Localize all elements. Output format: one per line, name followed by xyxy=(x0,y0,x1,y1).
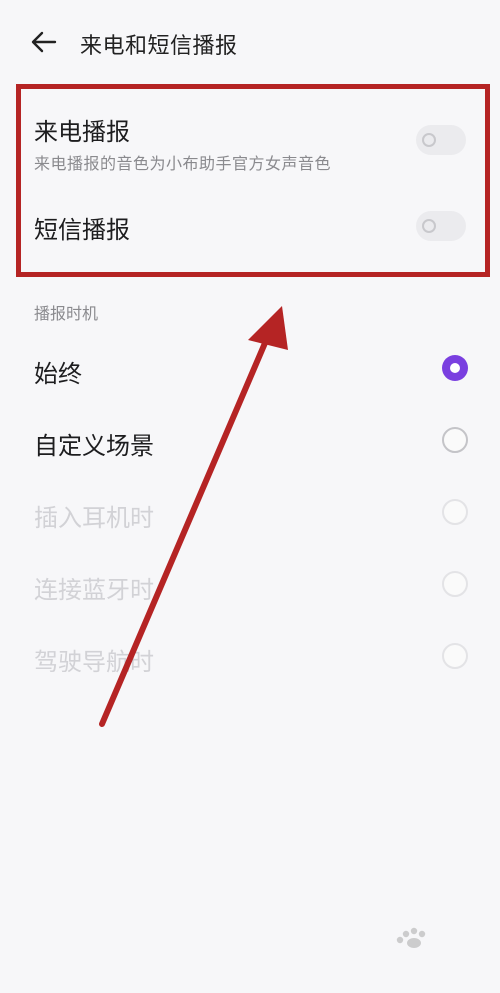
page-title: 来电和短信播报 xyxy=(80,34,238,59)
option-label: 驾驶导航时 xyxy=(34,648,154,676)
option-label: 连接蓝牙时 xyxy=(34,576,154,604)
radio-headphones xyxy=(442,499,468,525)
annotation-highlight-box xyxy=(16,84,490,277)
radio-driving xyxy=(442,643,468,669)
option-label: 自定义场景 xyxy=(34,432,154,460)
timing-option-bluetooth: 连接蓝牙时 xyxy=(0,556,500,616)
radio-custom[interactable] xyxy=(442,427,468,453)
option-label: 始终 xyxy=(34,360,82,388)
option-label: 插入耳机时 xyxy=(34,504,154,532)
top-bar: 来电和短信播报 xyxy=(0,0,500,86)
timing-option-headphones: 插入耳机时 xyxy=(0,484,500,544)
section-label-timing: 播报时机 xyxy=(34,304,99,323)
timing-option-driving: 驾驶导航时 xyxy=(0,628,500,688)
back-button[interactable] xyxy=(28,26,60,58)
radio-bluetooth xyxy=(442,571,468,597)
baidu-paw-logo xyxy=(396,927,426,948)
arrow-left-icon xyxy=(31,31,57,53)
timing-option-always[interactable]: 始终 xyxy=(0,340,500,400)
timing-option-custom[interactable]: 自定义场景 xyxy=(0,412,500,472)
baidu-watermark xyxy=(370,927,474,967)
radio-always[interactable] xyxy=(442,355,468,381)
